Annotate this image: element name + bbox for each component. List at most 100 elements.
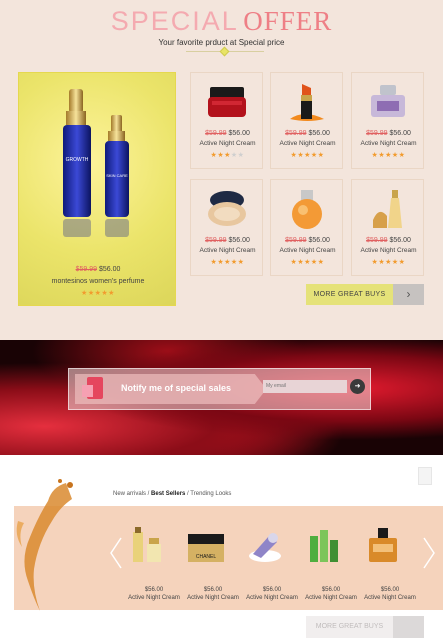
carousel-name[interactable]: Active Night Cream: [125, 595, 183, 601]
product-rating-stars: ★★★★★: [352, 151, 425, 159]
carousel-item[interactable]: $56.00 Active Night Cream: [361, 524, 419, 601]
featured-rating-stars: ★★★★★: [81, 290, 115, 297]
old-price: $59.99: [205, 237, 227, 244]
product-name[interactable]: Active Night Cream: [191, 247, 264, 254]
title-offer: OFFER: [243, 6, 333, 36]
divider-diamond-icon: [219, 46, 230, 57]
stars-off: ★★: [230, 152, 245, 159]
carousel-item[interactable]: CHANEL $56.00 Active Night Cream: [184, 524, 242, 601]
compact-powder-icon: [208, 191, 246, 226]
carousel-name[interactable]: Active Night Cream: [243, 595, 301, 601]
stars-on: ★★★★★: [290, 152, 325, 159]
section-title: SPECIAL OFFER: [0, 6, 443, 37]
new-price: $56.00: [389, 130, 411, 137]
chevron-right-icon[interactable]: ›: [393, 284, 424, 305]
product-name[interactable]: Active Night Cream: [352, 247, 425, 254]
product-name[interactable]: Active Night Cream: [191, 140, 264, 147]
product-card[interactable]: $59.99 $56.00 Active Night Cream ★★★★★: [351, 179, 424, 276]
lipstick-icon: [290, 84, 324, 121]
product-price: $59.99 $56.00: [191, 237, 264, 244]
newsletter-banner: Notify me of special sales ➜: [0, 340, 443, 455]
more-great-buys-button[interactable]: MORE GREAT BUYS ›: [306, 284, 424, 305]
old-price: $59.99: [366, 237, 388, 244]
featured-product-card[interactable]: GROWTH SKIN CARE $59.99 $56.00 montesino…: [18, 72, 176, 306]
old-price: $59.99: [285, 237, 307, 244]
product-card[interactable]: $59.99 $56.00 Active Night Cream ★★★★★: [270, 179, 343, 276]
more-button-label: MORE GREAT BUYS: [313, 291, 386, 298]
product-carousel: $56.00 Active Night Cream CHANEL $56.00 …: [14, 506, 443, 610]
newsletter-box: Notify me of special sales ➜: [68, 368, 371, 410]
product-price: $59.99 $56.00: [352, 130, 425, 137]
old-price: $59.99: [205, 130, 227, 137]
product-rating-stars: ★★★★★: [352, 258, 425, 266]
carousel-price: $56.00: [203, 587, 223, 593]
liquid-splash-icon: [16, 479, 73, 611]
product-card[interactable]: $59.99 $56.00 Active Night Cream ★★★★★: [270, 72, 343, 169]
perfume-gold-icon: [373, 190, 402, 228]
product-rating-stars: ★★★★★: [271, 258, 344, 266]
product-price: $59.99 $56.00: [271, 130, 344, 137]
newsletter-label: Notify me of special sales: [121, 383, 232, 393]
stars-on: ★★★★★: [371, 259, 406, 266]
cream-tube-icon: [249, 533, 281, 562]
carousel-price: $56.00: [144, 587, 164, 593]
carousel-item[interactable]: $56.00 Active Night Cream: [243, 524, 301, 601]
carousel-next-icon[interactable]: [422, 536, 436, 570]
chevron-right-icon[interactable]: [393, 616, 424, 638]
carousel-name[interactable]: Active Night Cream: [361, 595, 419, 601]
featured-product-name[interactable]: montesinos women's perfume: [19, 278, 177, 285]
stars-on: ★★★★★: [371, 152, 406, 159]
chanel-jar-icon: CHANEL: [188, 534, 224, 562]
email-input[interactable]: [263, 380, 347, 393]
product-price: $59.99 $56.00: [271, 237, 344, 244]
gift-bag-icon: [82, 377, 103, 399]
product-rating-stars: ★★★★★: [271, 151, 344, 159]
product-name[interactable]: Active Night Cream: [352, 140, 425, 147]
document-icon: [418, 467, 432, 485]
title-special: SPECIAL: [110, 6, 239, 36]
tab-new-arrivals[interactable]: New arrivals: [113, 491, 146, 497]
product-card[interactable]: $59.99 $56.00 Active Night Cream ★★★★★: [190, 179, 263, 276]
serum-bottles-icon: GROWTH SKIN CARE: [63, 89, 129, 237]
carousel-price: $56.00: [380, 587, 400, 593]
stars-on: ★★★: [210, 152, 231, 159]
brand-text: CHANEL: [196, 554, 217, 560]
carousel-name[interactable]: Active Night Cream: [302, 595, 360, 601]
svg-text:SKIN CARE: SKIN CARE: [106, 173, 128, 178]
more-button-label: MORE GREAT BUYS: [315, 623, 384, 630]
product-rating-stars: ★★★★★: [191, 151, 264, 159]
new-price: $56.00: [308, 130, 330, 137]
section-subtitle: Your favorite prduct at Special price: [158, 38, 285, 47]
perfume-round-icon: [292, 190, 322, 229]
send-arrow-icon[interactable]: ➜: [350, 379, 365, 394]
tab-trending-looks[interactable]: Trending Looks: [190, 491, 231, 497]
best-sellers-section: $56.00 Active Night Cream CHANEL $56.00 …: [0, 455, 443, 640]
product-price: $59.99 $56.00: [352, 237, 425, 244]
carousel-price: $56.00: [321, 587, 341, 593]
cream-jar-icon: [208, 87, 246, 117]
carousel-item[interactable]: $56.00 Active Night Cream: [125, 524, 183, 601]
product-name[interactable]: Active Night Cream: [271, 247, 344, 254]
product-name[interactable]: Active Night Cream: [271, 140, 344, 147]
carousel-name[interactable]: Active Night Cream: [184, 595, 242, 601]
new-price: $56.00: [228, 237, 250, 244]
tab-best-sellers[interactable]: Best Sellers: [151, 491, 185, 497]
product-price: $59.99 $56.00: [191, 130, 264, 137]
special-offer-section: SPECIAL OFFER Your favorite prduct at Sp…: [0, 0, 443, 340]
featured-price: $59.99 $56.00: [19, 266, 177, 273]
more-great-buys-button-faded[interactable]: MORE GREAT BUYS: [306, 616, 424, 638]
stars-on: ★★★★★: [290, 259, 325, 266]
carousel-item[interactable]: $56.00 Active Night Cream: [302, 524, 360, 601]
old-price: $59.99: [366, 130, 388, 137]
perfume-bottle-icon: [371, 85, 405, 117]
product-card[interactable]: $59.99 $56.00 Active Night Cream ★★★★★: [351, 72, 424, 169]
featured-new-price: $56.00: [98, 266, 121, 273]
old-price: $59.99: [285, 130, 307, 137]
new-price: $56.00: [228, 130, 250, 137]
carousel-prev-icon[interactable]: [109, 536, 123, 570]
product-tabs: New arrivals / Best Sellers / Trending L…: [113, 491, 231, 497]
new-price: $56.00: [389, 237, 411, 244]
product-card[interactable]: $59.99 $56.00 Active Night Cream ★★★★★: [190, 72, 263, 169]
skincare-set-icon: [133, 527, 161, 562]
green-bottles-icon: [310, 530, 338, 562]
